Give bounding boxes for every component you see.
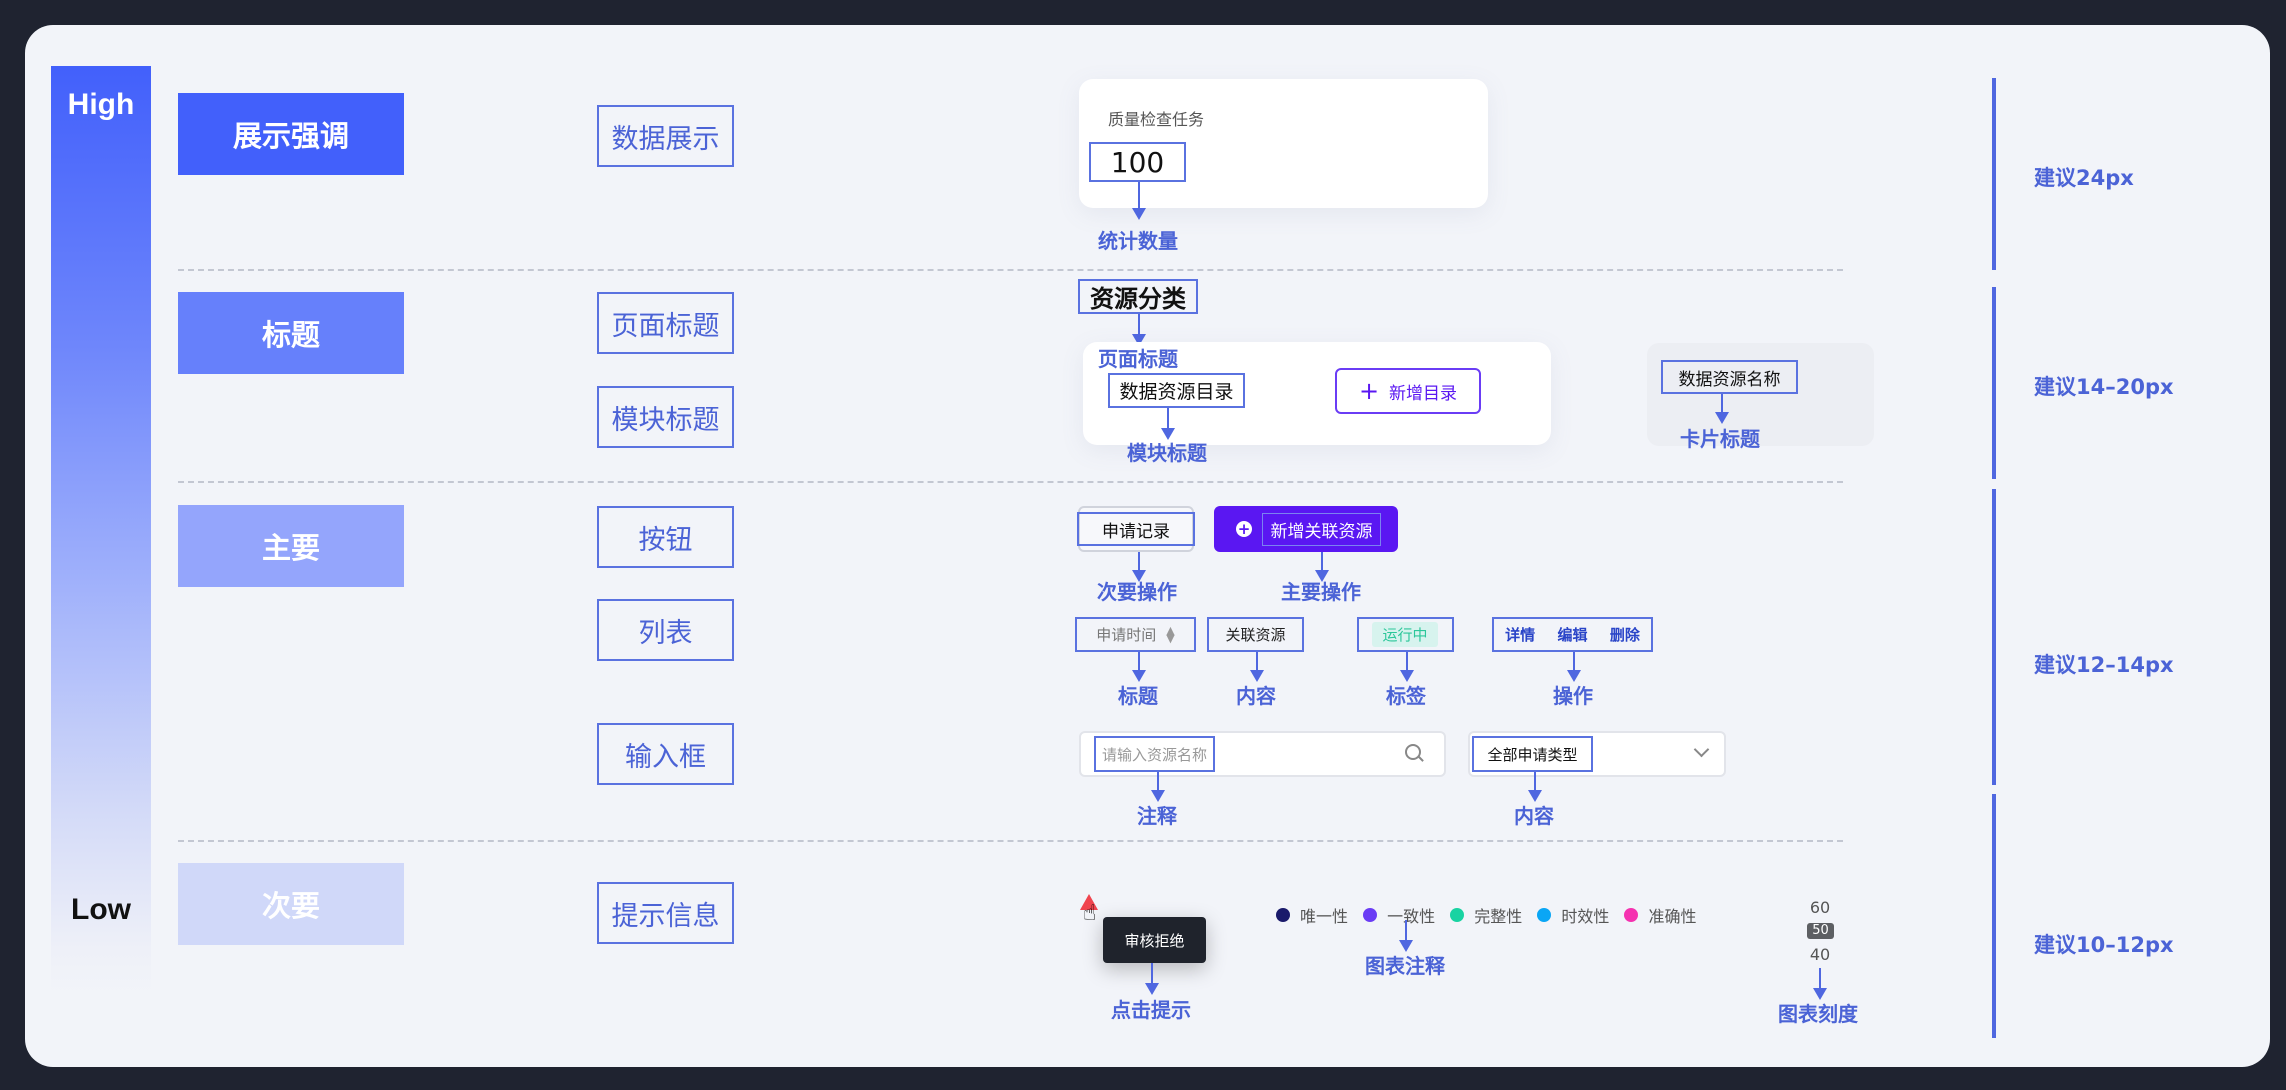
legend-dot xyxy=(1276,908,1290,922)
annotation-list-tag: 标签 xyxy=(1386,684,1426,708)
arrow xyxy=(1132,314,1146,346)
level-high-label: High xyxy=(67,88,135,121)
list-header-label: 申请时间 xyxy=(1096,626,1157,644)
arrow xyxy=(1161,408,1175,440)
list-actions-cell: 详情 编辑 删除 xyxy=(1492,617,1653,652)
stat-card-title: 质量检查任务 xyxy=(1108,110,1205,129)
category-title: 标题 xyxy=(178,292,404,374)
category-secondary: 次要 xyxy=(178,863,404,945)
component-button: 按钮 xyxy=(597,506,734,568)
card-title-sample: 数据资源名称 xyxy=(1661,360,1798,394)
component-data-display: 数据展示 xyxy=(597,105,734,167)
plus-circle-icon: + xyxy=(1236,520,1252,538)
suggestion-12-14px: 建议12–14px xyxy=(2034,653,2174,677)
action-edit-link[interactable]: 编辑 xyxy=(1557,624,1587,645)
add-directory-button[interactable]: + 新增目录 xyxy=(1335,368,1481,414)
scale-tick-highlighted: 50 xyxy=(1807,923,1834,939)
legend-item[interactable]: 时效性 xyxy=(1537,903,1609,927)
annotation-legend: 图表注释 xyxy=(1365,954,1445,978)
suggestion-14-20px: 建议14–20px xyxy=(2034,375,2174,399)
legend-label: 一致性 xyxy=(1387,907,1436,926)
annotation-card-title: 卡片标题 xyxy=(1680,427,1760,451)
tooltip: 审核拒绝 xyxy=(1103,917,1206,963)
select-value: 全部申请类型 xyxy=(1472,736,1593,772)
annotation-secondary-action: 次要操作 xyxy=(1097,580,1177,604)
chart-legend: 唯一性 一致性 完整性 时效性 准确性 xyxy=(1276,903,1706,927)
category-emphasis: 展示强调 xyxy=(178,93,404,175)
legend-dot xyxy=(1450,908,1465,922)
legend-dot xyxy=(1624,908,1639,922)
list-header-sortable[interactable]: 申请时间 ▲ ▼ xyxy=(1075,617,1196,652)
legend-label: 准确性 xyxy=(1648,907,1697,926)
status-tag-running: 运行中 xyxy=(1372,622,1438,647)
page-title-sample: 资源分类 xyxy=(1078,279,1198,314)
arrow xyxy=(1151,772,1165,802)
divider xyxy=(178,840,1843,842)
module-title-sample: 数据资源目录 xyxy=(1108,373,1245,408)
legend-label: 唯一性 xyxy=(1300,907,1349,926)
action-delete-link[interactable]: 删除 xyxy=(1610,624,1640,645)
section-line xyxy=(1992,78,1996,270)
component-page-title: 页面标题 xyxy=(597,292,734,354)
legend-item[interactable]: 准确性 xyxy=(1624,903,1696,927)
legend-item[interactable]: 唯一性 xyxy=(1276,903,1348,927)
legend-label: 时效性 xyxy=(1561,907,1610,926)
section-line xyxy=(1992,489,1996,785)
list-content-cell: 关联资源 xyxy=(1207,617,1304,652)
stat-value: 100 xyxy=(1089,142,1186,182)
scale-tick: 60 xyxy=(1809,898,1831,917)
legend-item[interactable]: 一致性 xyxy=(1363,903,1435,927)
annotation-stat-count: 统计数量 xyxy=(1098,229,1178,253)
component-input: 输入框 xyxy=(597,723,734,785)
legend-label: 完整性 xyxy=(1474,907,1523,926)
divider xyxy=(178,481,1843,483)
arrow xyxy=(1399,920,1413,952)
annotation-list-content: 内容 xyxy=(1236,684,1276,708)
arrow xyxy=(1813,968,1827,1000)
legend-dot xyxy=(1363,908,1378,922)
annotation-page-title: 页面标题 xyxy=(1098,347,1178,371)
secondary-button-label: 申请记录 xyxy=(1077,512,1195,546)
arrow xyxy=(1715,394,1729,424)
search-placeholder: 请输入资源名称 xyxy=(1094,736,1215,772)
category-primary: 主要 xyxy=(178,505,404,587)
annotation-list-actions: 操作 xyxy=(1553,684,1593,708)
priority-gradient-bar xyxy=(51,66,151,996)
component-list: 列表 xyxy=(597,599,734,661)
arrow xyxy=(1132,652,1146,682)
divider xyxy=(178,269,1843,271)
primary-button-label: 新增关联资源 xyxy=(1262,513,1381,546)
hand-cursor-icon: ☝ xyxy=(1083,901,1097,926)
arrow xyxy=(1528,772,1542,802)
annotation-module-title: 模块标题 xyxy=(1127,441,1207,465)
add-directory-label: 新增目录 xyxy=(1389,383,1458,404)
legend-dot xyxy=(1537,908,1552,922)
legend-item[interactable]: 完整性 xyxy=(1450,903,1522,927)
arrow xyxy=(1400,652,1414,682)
annotation-list-header: 标题 xyxy=(1118,684,1158,708)
annotation-scale: 图表刻度 xyxy=(1778,1002,1858,1026)
scale-tick: 40 xyxy=(1809,945,1831,964)
section-line xyxy=(1992,287,1996,479)
component-module-title: 模块标题 xyxy=(597,386,734,448)
suggestion-24px: 建议24px xyxy=(2034,166,2134,190)
arrow xyxy=(1567,652,1581,682)
section-line xyxy=(1992,845,1996,1038)
action-detail-link[interactable]: 详情 xyxy=(1505,624,1535,645)
annotation-primary-action: 主要操作 xyxy=(1281,580,1361,604)
arrow xyxy=(1145,963,1159,995)
annotation-select-content: 内容 xyxy=(1514,804,1554,828)
arrow xyxy=(1250,652,1264,682)
component-tip: 提示信息 xyxy=(597,882,734,944)
arrow xyxy=(1132,182,1146,220)
sort-icon: ▲ ▼ xyxy=(1166,623,1175,645)
annotation-tooltip: 点击提示 xyxy=(1111,998,1191,1022)
plus-icon: + xyxy=(1358,377,1380,405)
annotation-input-placeholder: 注释 xyxy=(1137,804,1177,828)
level-low-label: Low xyxy=(71,893,131,926)
suggestion-10-12px: 建议10–12px xyxy=(2034,933,2174,957)
